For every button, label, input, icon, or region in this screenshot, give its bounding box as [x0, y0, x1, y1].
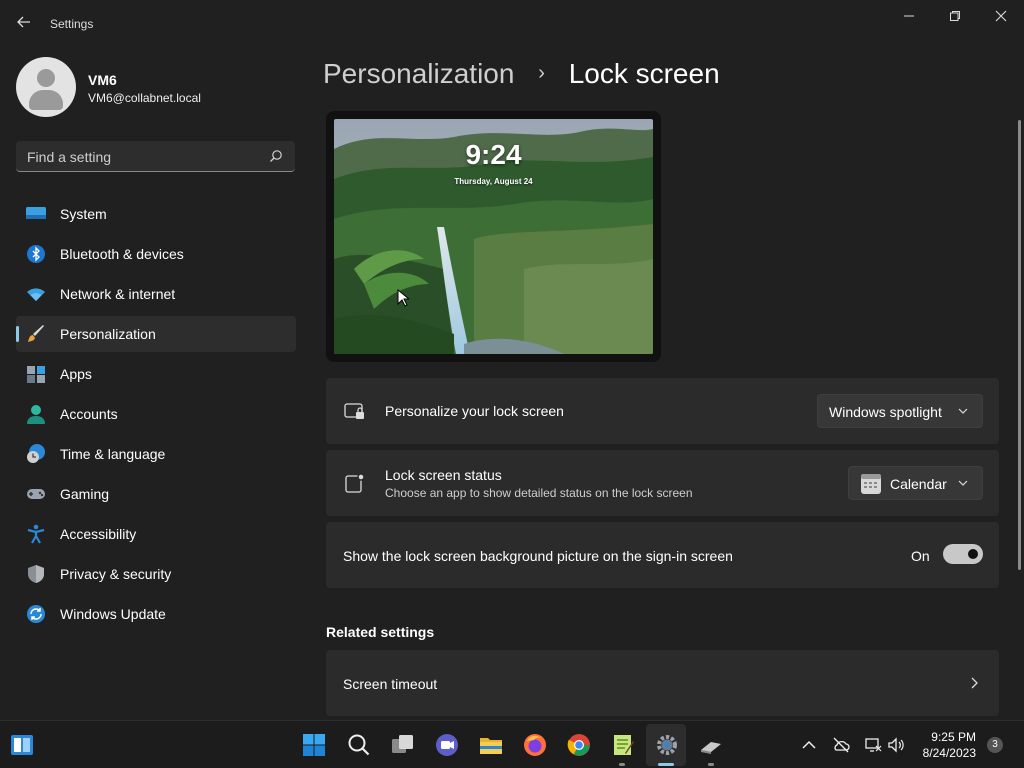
apps-icon [27, 366, 45, 383]
brush-icon [28, 325, 44, 342]
running-indicator [619, 763, 625, 766]
sidebar-item-time-language[interactable]: Time & language [16, 436, 296, 472]
search-placeholder: Find a setting [27, 149, 112, 165]
app-title: Settings [50, 17, 94, 31]
running-indicator [708, 763, 714, 766]
page-title: Lock screen [568, 58, 720, 89]
related-settings-heading: Related settings [326, 624, 435, 640]
scrollbar[interactable] [1018, 120, 1021, 570]
lock-screen-background-dropdown[interactable]: Windows spotlight [817, 394, 983, 428]
bluetooth-icon [27, 245, 45, 263]
start-icon[interactable] [302, 733, 326, 757]
personalize-lock-screen-row: Personalize your lock screen Windows spo… [326, 378, 999, 444]
screen-timeout-label: Screen timeout [343, 676, 438, 692]
firefox-icon[interactable] [523, 733, 547, 757]
network-icon[interactable] [864, 736, 882, 754]
lock-screen-status-label: Lock screen status [385, 467, 502, 483]
lock-screen-preview: 9:24 Thursday, August 24 [326, 111, 661, 362]
chrome-icon[interactable] [567, 733, 591, 757]
sidebar-item-windows-update[interactable]: Windows Update [16, 596, 296, 632]
taskbar: 9:25 PM 8/24/2023 3 [0, 720, 1024, 768]
lock-screen-status-dropdown[interactable]: Calendar [848, 466, 983, 500]
toggle-state-label: On [911, 548, 930, 564]
calendar-icon [861, 474, 881, 494]
search-input[interactable]: Find a setting [16, 141, 295, 172]
clock-globe-icon [27, 444, 45, 463]
signin-background-row: Show the lock screen background picture … [326, 522, 999, 588]
settings-icon[interactable] [655, 733, 679, 757]
clock-time: 9:25 PM [931, 730, 976, 744]
task-view-icon[interactable] [391, 733, 415, 757]
eraser-app-icon[interactable] [699, 733, 723, 757]
sidebar-item-accounts[interactable]: Accounts [16, 396, 296, 432]
sidebar-item-bluetooth[interactable]: Bluetooth & devices [16, 236, 296, 272]
user-email: VM6@collabnet.local [88, 91, 201, 105]
lock-screen-status-description: Choose an app to show detailed status on… [385, 486, 693, 500]
sidebar-item-system[interactable]: System [16, 196, 296, 232]
minimize-button[interactable] [886, 8, 932, 28]
user-name: VM6 [88, 72, 117, 88]
lock-screen-image: 9:24 Thursday, August 24 [334, 119, 653, 354]
cloud-off-icon[interactable] [832, 736, 850, 754]
avatar[interactable] [16, 57, 76, 117]
sidebar-nav: System Bluetooth & devices Network & int… [16, 196, 296, 636]
volume-icon[interactable] [887, 736, 905, 754]
search-icon[interactable] [347, 733, 371, 757]
sidebar-item-accessibility[interactable]: Accessibility [16, 516, 296, 552]
breadcrumb-chevron-icon: › [538, 62, 545, 84]
chevron-right-icon [971, 677, 978, 689]
preview-time: 9:24 [465, 139, 522, 170]
lock-screen-picture-icon [344, 403, 364, 419]
sidebar-item-gaming[interactable]: Gaming [16, 476, 296, 512]
file-explorer-icon[interactable] [479, 733, 503, 757]
screen-timeout-link[interactable]: Screen timeout [326, 650, 999, 716]
status-app-icon [345, 473, 365, 493]
teams-chat-icon[interactable] [435, 733, 459, 757]
close-button[interactable] [978, 8, 1024, 28]
taskbar-clock[interactable]: 9:25 PM 8/24/2023 [918, 729, 976, 761]
update-icon [27, 605, 45, 623]
widgets-icon[interactable] [10, 733, 34, 757]
shield-icon [28, 565, 44, 583]
accessibility-icon [27, 524, 45, 544]
sidebar-item-network[interactable]: Network & internet [16, 276, 296, 312]
dropdown-value: Windows spotlight [829, 404, 942, 420]
lock-screen-status-row: Lock screen status Choose an app to show… [326, 450, 999, 516]
notification-badge[interactable]: 3 [987, 737, 1003, 753]
sidebar-item-personalization[interactable]: Personalization [16, 316, 296, 352]
search-icon[interactable] [269, 149, 283, 163]
dropdown-value: Calendar [890, 476, 947, 492]
mouse-cursor-icon [397, 289, 409, 307]
chevron-down-icon [958, 408, 968, 414]
sidebar-item-privacy-security[interactable]: Privacy & security [16, 556, 296, 592]
sidebar-item-apps[interactable]: Apps [16, 356, 296, 392]
signin-background-toggle[interactable] [943, 544, 983, 564]
wifi-icon [27, 288, 45, 301]
active-indicator [658, 763, 674, 766]
personalize-lock-screen-label: Personalize your lock screen [385, 403, 564, 419]
chevron-down-icon [958, 480, 968, 486]
gamepad-icon [27, 489, 45, 499]
breadcrumb-parent[interactable]: Personalization [323, 58, 514, 89]
clock-date: 8/24/2023 [922, 746, 976, 760]
preview-date: Thursday, August 24 [454, 177, 533, 186]
system-icon [26, 207, 46, 219]
back-arrow-icon[interactable] [14, 14, 34, 34]
title-bar: Settings [0, 0, 1024, 48]
notepad-plus-icon[interactable] [611, 733, 635, 757]
maximize-button[interactable] [932, 8, 978, 28]
accounts-icon [27, 405, 45, 424]
chevron-up-icon[interactable] [800, 736, 818, 754]
breadcrumb: Personalization › Lock screen [323, 58, 720, 90]
signin-background-label: Show the lock screen background picture … [343, 548, 733, 564]
